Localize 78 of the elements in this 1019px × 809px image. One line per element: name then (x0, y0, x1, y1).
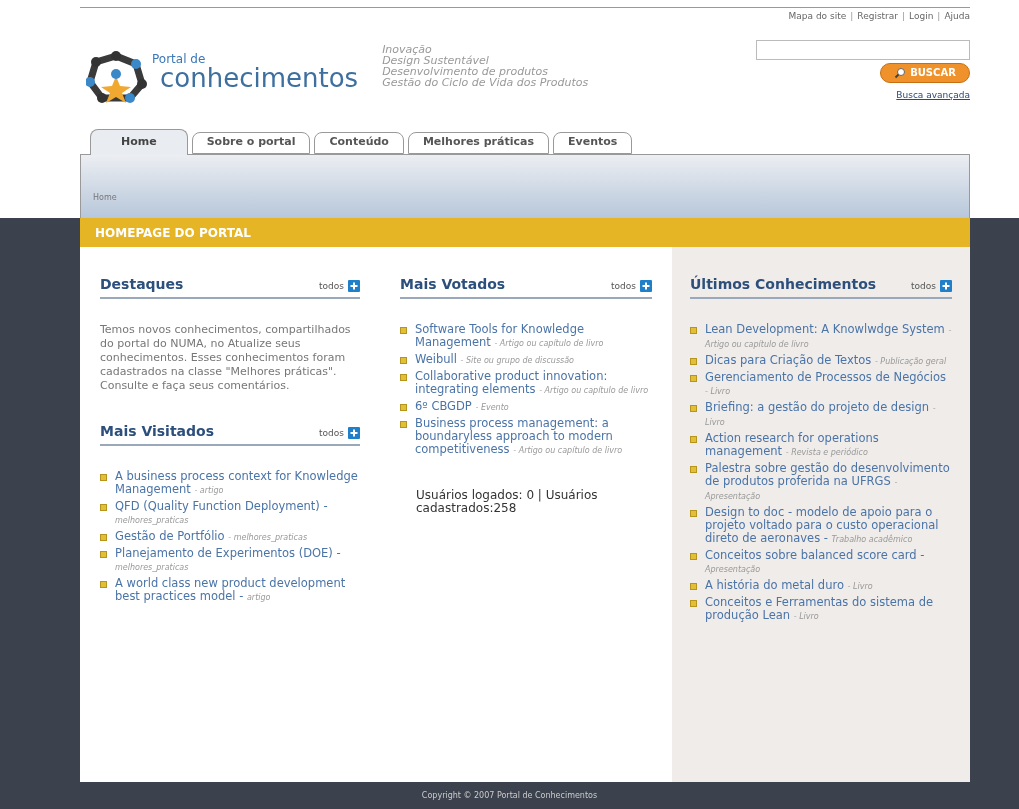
search-field[interactable] (756, 39, 970, 60)
separator: | (902, 10, 906, 23)
tagline: Desenvolvimento de produtos (382, 65, 549, 77)
page-title: HOMEPAGE DO PORTAL (95, 224, 251, 242)
nav-tab[interactable]: Melhores práticas (407, 131, 549, 154)
bullet-icon (400, 374, 407, 381)
article-entry[interactable]: Palestra sobre gestão do desenvolvimento de produtos proferida na UFRGS - Apresentação (705, 462, 952, 503)
tagline: Design Sustentável (382, 54, 490, 66)
article-entry[interactable]: Design to doc - modelo de apoio para o projeto voltado para o custo operacional direto de aeronaves - Trabalho acadêmico (705, 506, 952, 546)
bullet-icon (400, 421, 407, 428)
breadcrumb: Home (93, 192, 117, 204)
article-entry[interactable]: Gestão de Portfólio - melhores_praticas (115, 530, 308, 544)
bullet-icon (100, 581, 107, 588)
bullet-icon (690, 327, 697, 334)
bullet-icon (690, 466, 697, 473)
bullet-icon (100, 504, 107, 511)
article-entry[interactable]: A world class new product development best practices model - artigo (115, 577, 360, 604)
article-entry[interactable]: Lean Development: A Knowlwdge System - Artigo ou capítulo de livro (705, 323, 952, 351)
article-entry[interactable]: A história do metal duro - Livro (705, 579, 873, 593)
all-link[interactable]: todos (319, 279, 344, 293)
article-entry[interactable]: Action research for operations management - Revista e periódico (705, 432, 952, 459)
bullet-icon (400, 357, 407, 364)
all-link[interactable]: todos (319, 426, 344, 440)
article-entry[interactable]: Weibull - Site ou grupo de discussão (415, 353, 574, 367)
bullet-icon (690, 358, 697, 365)
advanced-search-link[interactable]: Busca avançada (896, 88, 970, 102)
nav-tab[interactable]: Home (90, 128, 188, 155)
article-entry[interactable]: Planejamento de Experimentos (DOE) - melhores_praticas (115, 547, 360, 574)
bullet-icon (400, 327, 407, 334)
section-heading: Mais Votados (400, 275, 506, 294)
bullet-icon (690, 405, 697, 412)
nav-tab[interactable]: Eventos (553, 131, 633, 154)
article-entry[interactable]: Software Tools for Knowledge Management - Artigo ou capítulo de livro (415, 323, 652, 350)
article-entry[interactable]: Collaborative product innovation: integrating elements - Artigo ou capítulo de livro (415, 370, 652, 397)
plus-icon[interactable] (940, 280, 952, 293)
article-entry[interactable]: Briefing: a gestão do projeto de design - Livro (705, 401, 952, 429)
bullet-icon (690, 553, 697, 560)
bullet-icon (400, 404, 407, 411)
nav-tab[interactable]: Sobre o portal (191, 131, 311, 154)
article-entry[interactable]: 6º CBGDP - Evento (415, 400, 509, 414)
plus-icon[interactable] (640, 280, 652, 293)
article-entry[interactable]: QFD (Quality Function Deployment) - melhores_praticas (115, 500, 360, 527)
bullet-icon (690, 436, 697, 443)
section-heading: Últimos Conhecimentos (690, 274, 877, 294)
article-entry[interactable]: Dicas para Criação de Textos - Publicação geral (705, 354, 947, 368)
copyright: Copyright © 2007 Portal de Conhecimentos (421, 789, 598, 802)
top-link[interactable]: Registrar (857, 10, 899, 24)
bullet-icon (100, 551, 107, 558)
top-link[interactable]: Ajuda (944, 10, 970, 24)
top-link[interactable]: Mapa do site (788, 10, 847, 24)
bullet-icon (100, 474, 107, 481)
all-link[interactable]: todos (611, 279, 636, 293)
separator: | (937, 10, 941, 23)
bullet-icon (690, 583, 697, 590)
highlight-paragraph: Temos novos conhecimentos, compartilhados do portal do NUMA, no Atualize seus conhecimentos. Esses conhecimentos foram cadastrados na classe "Melhores práticas". Consulte e faça seus comentários. (100, 323, 352, 393)
plus-icon[interactable] (348, 280, 360, 293)
plus-icon[interactable] (348, 427, 360, 440)
top-link[interactable]: Login (909, 10, 934, 24)
separator: | (850, 10, 854, 23)
article-entry[interactable]: Gerenciamento de Processos de Negócios - Livro (705, 371, 952, 398)
bullet-icon (690, 600, 697, 607)
tagline: Inovação (382, 43, 432, 55)
user-stats: Usuários logados: 0 | Usuários cadastrados:258 (416, 489, 599, 515)
tagline: Gestão do Ciclo de Vida dos Produtos (382, 76, 589, 88)
nav-tab[interactable]: Conteúdo (314, 131, 404, 154)
logo-title: conhecimentos (160, 64, 359, 91)
all-link[interactable]: todos (911, 279, 936, 293)
section-heading: Mais Visitados (100, 422, 215, 441)
bullet-icon (100, 534, 107, 541)
article-entry[interactable]: Conceitos e Ferramentas do sistema de produção Lean - Livro (705, 596, 952, 623)
bullet-icon (690, 375, 697, 382)
article-entry[interactable]: Conceitos sobre balanced score card - Apresentação (705, 549, 952, 576)
search-icon (894, 66, 907, 79)
logo-subtitle: Portal de (152, 52, 207, 65)
bullet-icon (690, 510, 697, 517)
article-entry[interactable]: A business process context for Knowledge Management - artigo (115, 470, 360, 497)
article-entry[interactable]: Business process management: a boundaryless approach to modern competitiveness - Artigo ou capítulo de livro (415, 417, 652, 457)
section-heading: Destaques (100, 275, 184, 294)
